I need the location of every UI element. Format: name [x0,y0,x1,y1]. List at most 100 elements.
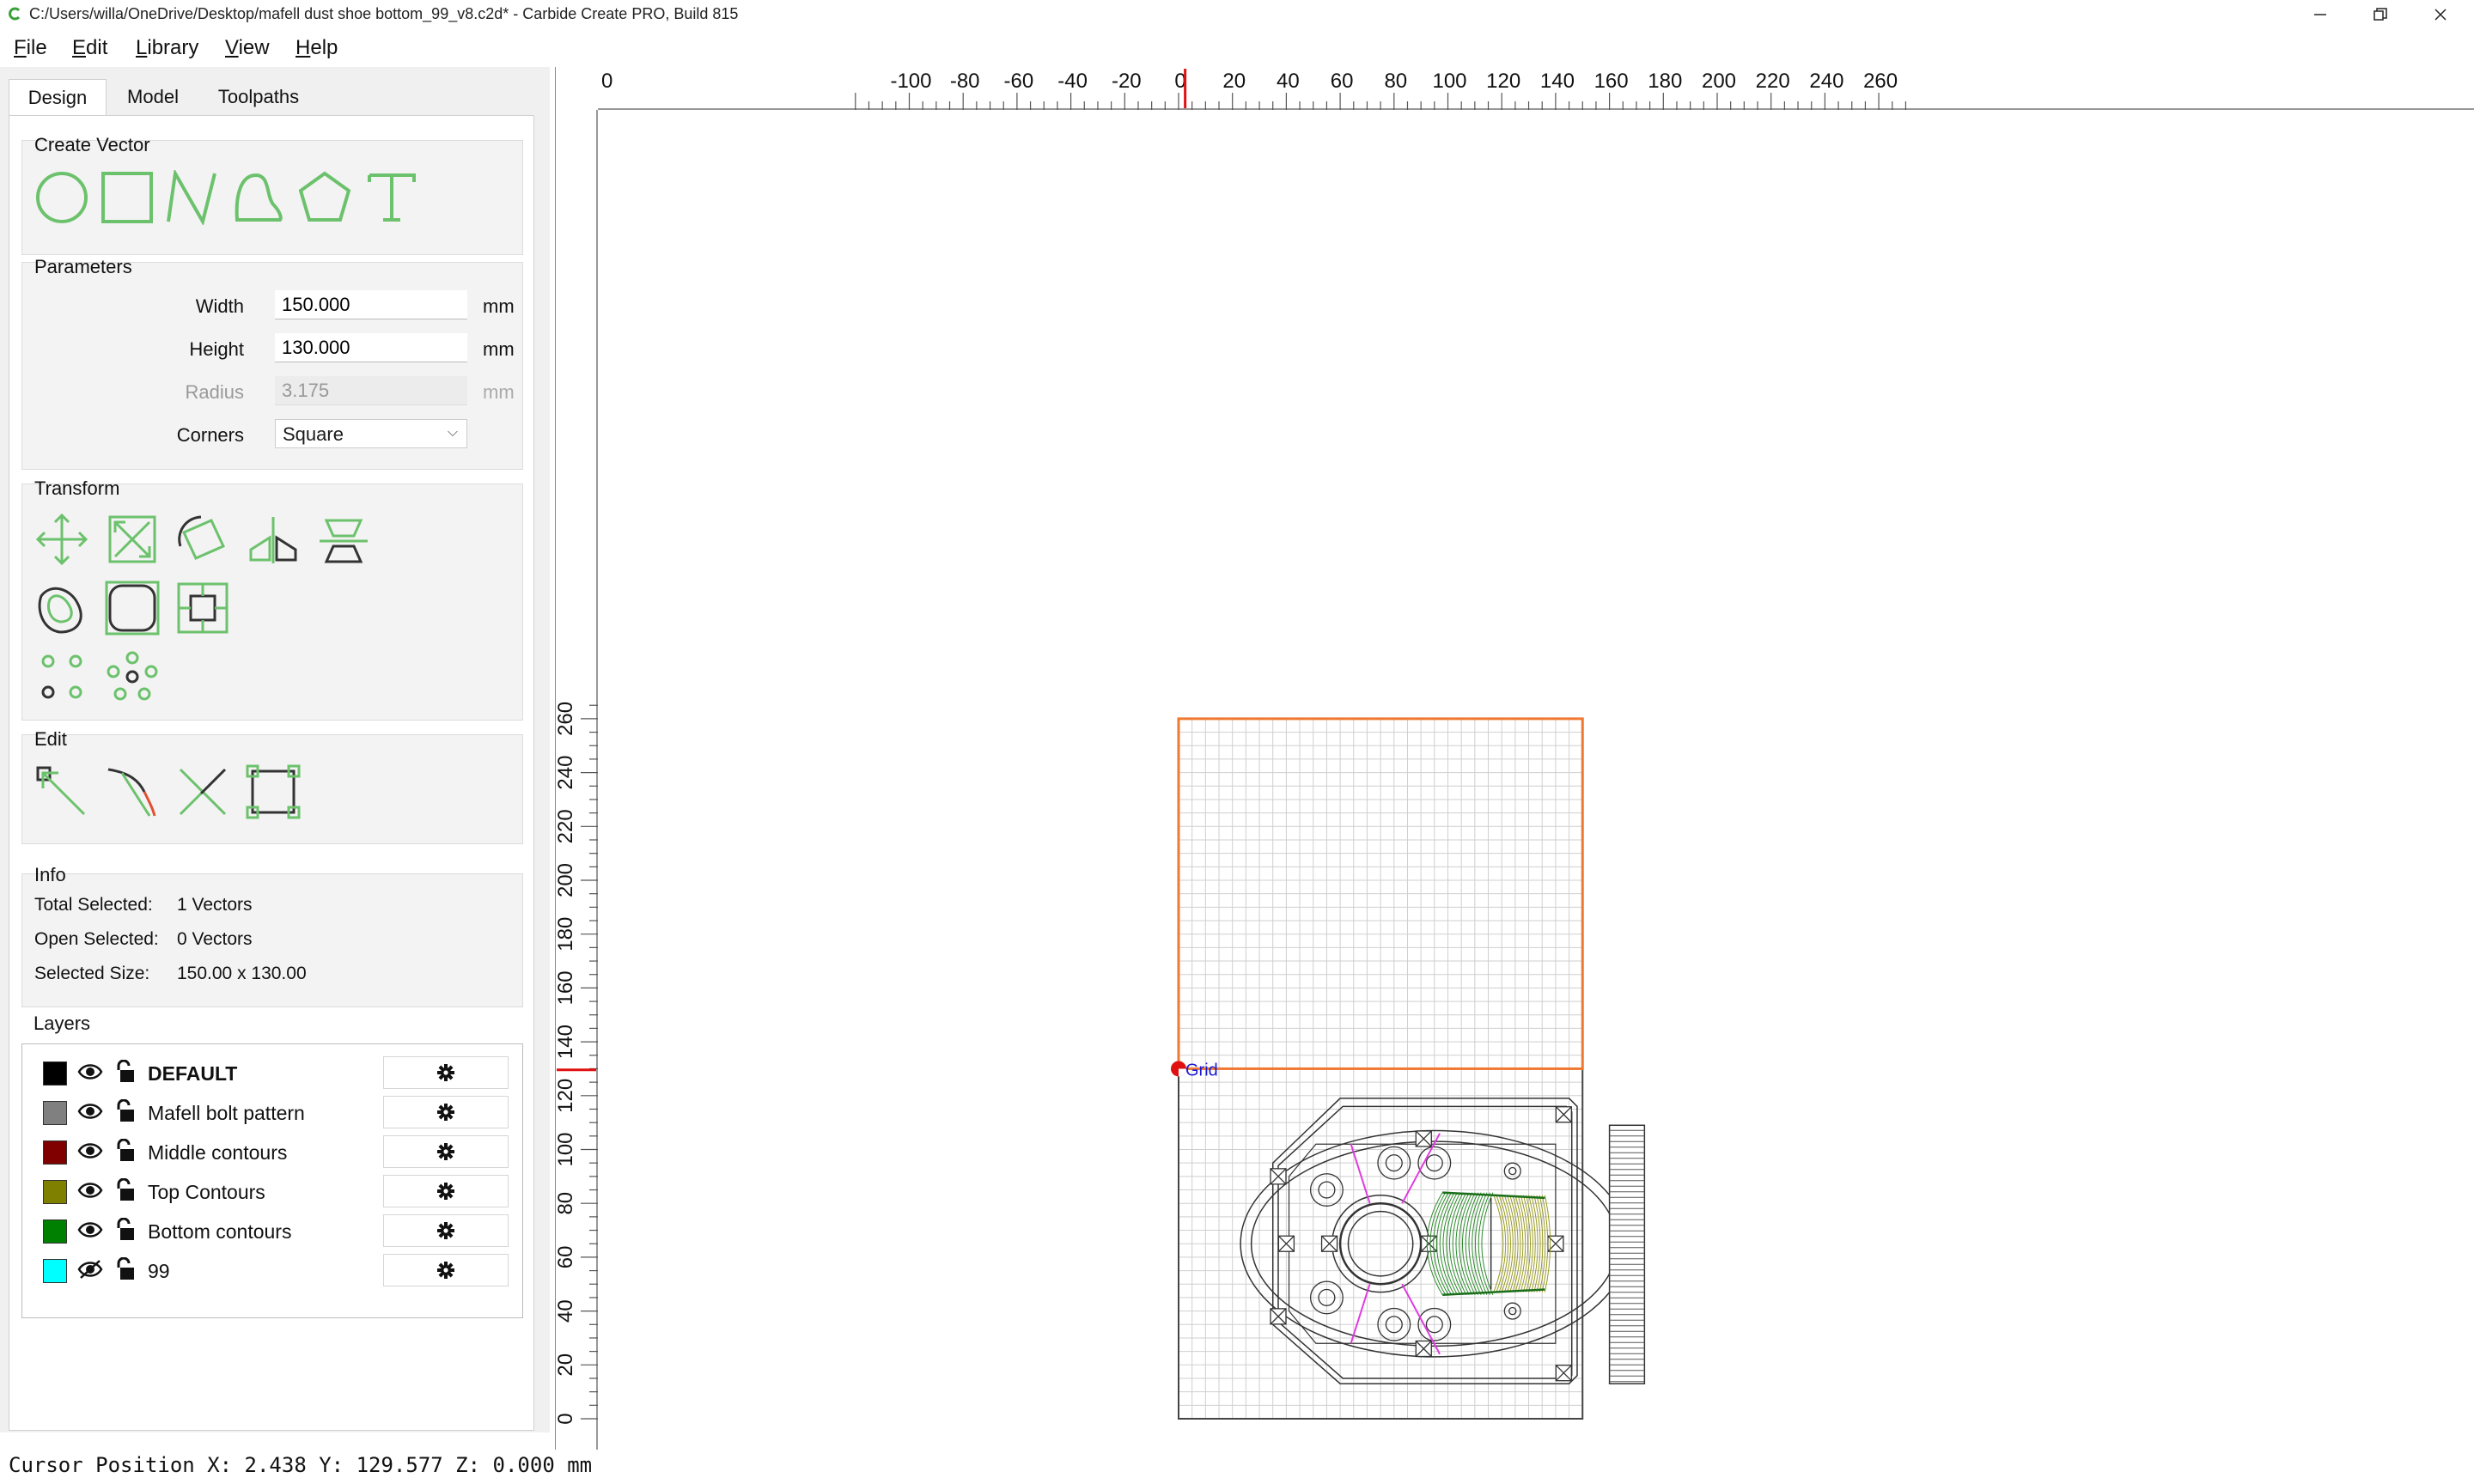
curve-icon[interactable] [232,170,287,225]
ruler-x-label: 40 [1277,70,1300,93]
array-icon[interactable] [34,649,89,704]
ruler-y-label: 20 [555,1353,577,1377]
gear-icon [437,1104,454,1121]
app-icon [9,7,21,21]
menu-view[interactable]: View [225,36,270,60]
layer-color-swatch[interactable] [43,1259,67,1283]
layer-color-swatch[interactable] [43,1180,67,1204]
layer-row[interactable]: Middle contours [22,1132,521,1170]
layer-settings-button[interactable] [383,1254,509,1286]
bounding-box-icon[interactable] [246,764,301,819]
close-icon [2434,9,2447,21]
width-label: Width [195,295,244,317]
text-icon[interactable] [364,170,419,225]
edit-title: Edit [34,728,67,750]
ruler-x-label: -40 [1057,70,1088,93]
tab-design[interactable]: Design [9,79,107,116]
layer-name: Top Contours [148,1181,265,1203]
layer-color-swatch[interactable] [43,1140,67,1165]
ruler-x-label: 0 [601,70,612,93]
unlock-icon[interactable] [113,1139,136,1163]
gear-icon [437,1183,454,1200]
menu-file[interactable]: File [14,36,47,60]
layer-name: Bottom contours [148,1220,292,1243]
circle-icon[interactable] [34,170,89,225]
layer-row[interactable]: Bottom contours [22,1211,521,1249]
menu-help[interactable]: Help [296,36,338,60]
ruler-y-label: 220 [555,809,577,843]
ruler-x-label: 200 [1702,70,1736,93]
trim-icon[interactable] [105,764,160,819]
align-icon[interactable] [316,512,371,567]
unlock-icon[interactable] [113,1178,136,1202]
layer-color-swatch[interactable] [43,1061,67,1086]
eye-hidden-icon[interactable] [77,1259,103,1280]
tab-toolpaths[interactable]: Toolpaths [203,79,314,115]
radius-row: Radius mm [22,374,522,407]
tab-model[interactable]: Model [108,79,198,115]
ruler-x-label: -100 [890,70,931,93]
radius-label: Radius [185,381,244,403]
eye-icon[interactable] [77,1219,103,1240]
layer-settings-button[interactable] [383,1175,509,1207]
mirror-icon[interactable] [246,512,301,567]
move-icon[interactable] [34,512,89,567]
close-button[interactable] [2410,0,2471,29]
minimize-button[interactable] [2290,0,2350,29]
unlock-icon[interactable] [113,1099,136,1123]
height-input[interactable] [275,333,467,362]
info-title: Info [34,864,66,885]
ruler-x-label: 100 [1432,70,1466,93]
ruler-x-label: 20 [1222,70,1246,93]
polyline-icon[interactable] [165,170,220,225]
ruler-y-label: 260 [555,702,577,736]
ruler-y-label: 0 [555,1413,577,1424]
edit-group: Edit [21,728,523,844]
fillet-icon[interactable] [105,581,160,636]
width-input[interactable] [275,290,467,319]
layer-row[interactable]: DEFAULT [22,1053,521,1091]
layer-settings-button[interactable] [383,1214,509,1247]
ruler-x-label: 180 [1648,70,1682,93]
layer-color-swatch[interactable] [43,1219,67,1244]
layer-row[interactable]: Top Contours [22,1171,521,1209]
unlock-icon[interactable] [113,1060,136,1084]
gear-icon [437,1222,454,1239]
design-tab-body: Create Vector Parameters Width mm Height… [9,115,534,1431]
ruler-y-label: 120 [555,1079,577,1113]
layer-row[interactable]: Mafell bolt pattern [22,1092,521,1130]
layer-settings-button[interactable] [383,1135,509,1168]
offset-icon[interactable] [34,581,89,636]
design-canvas[interactable]: 0 -100 -80 -60 -40 -20 0 20 40 60 80 100 120 140 160 18… [554,67,2474,1450]
open-selected-label: Open Selected: [34,929,159,949]
unlock-icon[interactable] [113,1218,136,1242]
eye-icon[interactable] [77,1061,103,1082]
scale-icon[interactable] [105,512,160,567]
ruler-y-label: 60 [555,1246,577,1269]
layer-row[interactable]: 99 [22,1250,521,1288]
ruler-x-label: -20 [1112,70,1142,93]
restore-button[interactable] [2350,0,2410,29]
cut-icon[interactable] [175,764,230,819]
corners-select[interactable]: Square ⌵ [275,419,467,448]
rectangle-icon[interactable] [100,170,155,225]
unlock-icon[interactable] [113,1257,136,1281]
layer-settings-button[interactable] [383,1056,509,1089]
circular-array-icon[interactable] [105,649,160,704]
layer-color-swatch[interactable] [43,1101,67,1125]
ruler-x-label: 260 [1863,70,1898,93]
corners-value: Square [283,423,344,445]
layer-settings-button[interactable] [383,1096,509,1128]
boolean-icon[interactable] [175,581,230,636]
menu-library[interactable]: Library [136,36,198,60]
layers-title: Layers [34,1013,91,1034]
eye-icon[interactable] [77,1140,103,1161]
node-edit-icon[interactable] [34,764,89,819]
menu-edit[interactable]: Edit [72,36,107,60]
eye-icon[interactable] [77,1180,103,1201]
canvas-drawing[interactable]: 0 -100 -80 -60 -40 -20 0 20 40 60 80 100 120 140 160 18… [554,67,2474,1450]
cursor-position: Cursor Position X: 2.438 Y: 129.577 Z: 0… [9,1453,593,1477]
rotate-icon[interactable] [175,512,230,567]
eye-icon[interactable] [77,1101,103,1122]
polygon-icon[interactable] [297,170,352,225]
